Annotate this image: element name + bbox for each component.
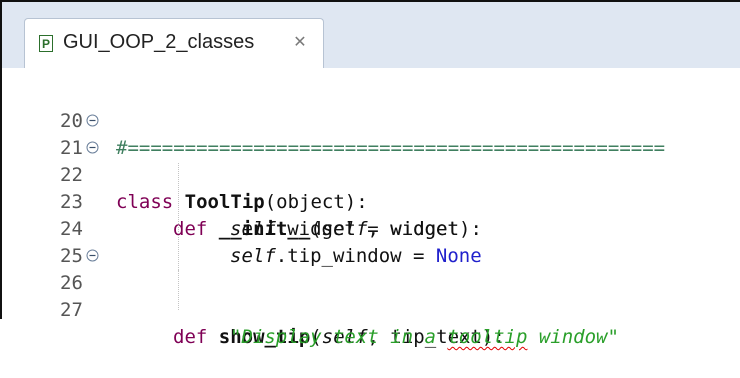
string-text: window"	[527, 326, 619, 348]
editor-tab-bar: P GUI_OOP_2_classes ✕	[2, 2, 740, 70]
editor-window: P GUI_OOP_2_classes ✕ 20 #==============…	[0, 0, 740, 348]
fold-collapse-icon[interactable]	[86, 114, 99, 127]
code-line: 27 "Display text in a tooltip window"	[2, 270, 740, 348]
svg-text:P: P	[42, 37, 50, 51]
python-file-icon: P	[39, 35, 53, 52]
fold-collapse-icon[interactable]	[86, 141, 99, 154]
code-line: 24 self.tip_window = None	[2, 189, 740, 267]
code-line: 26 def show_tip(self, tip_text):	[2, 243, 740, 348]
code-editor[interactable]: 20 #====================================…	[2, 68, 740, 348]
keyword: def	[173, 326, 208, 348]
tab-label: GUI_OOP_2_classes	[63, 31, 255, 53]
code-line: 21 class ToolTip(object):	[2, 108, 740, 213]
indent-guide	[178, 270, 179, 310]
code-line: 23 self.widget = widget	[2, 162, 740, 240]
line-number: 27	[60, 299, 83, 321]
string-text: "Display text in a	[230, 326, 448, 348]
spelling-error: tooltip	[447, 326, 528, 348]
close-icon[interactable]: ✕	[291, 33, 309, 51]
tab-gui-oop-2-classes[interactable]: P GUI_OOP_2_classes ✕	[24, 18, 324, 70]
code-line: 20 #====================================…	[2, 81, 740, 159]
fold-collapse-icon[interactable]	[86, 249, 99, 262]
code-line: 22 def __init__(self, widget):	[2, 135, 740, 240]
code-line: 25	[2, 216, 740, 267]
docstring: "Display text in a tooltip window"	[230, 324, 619, 351]
